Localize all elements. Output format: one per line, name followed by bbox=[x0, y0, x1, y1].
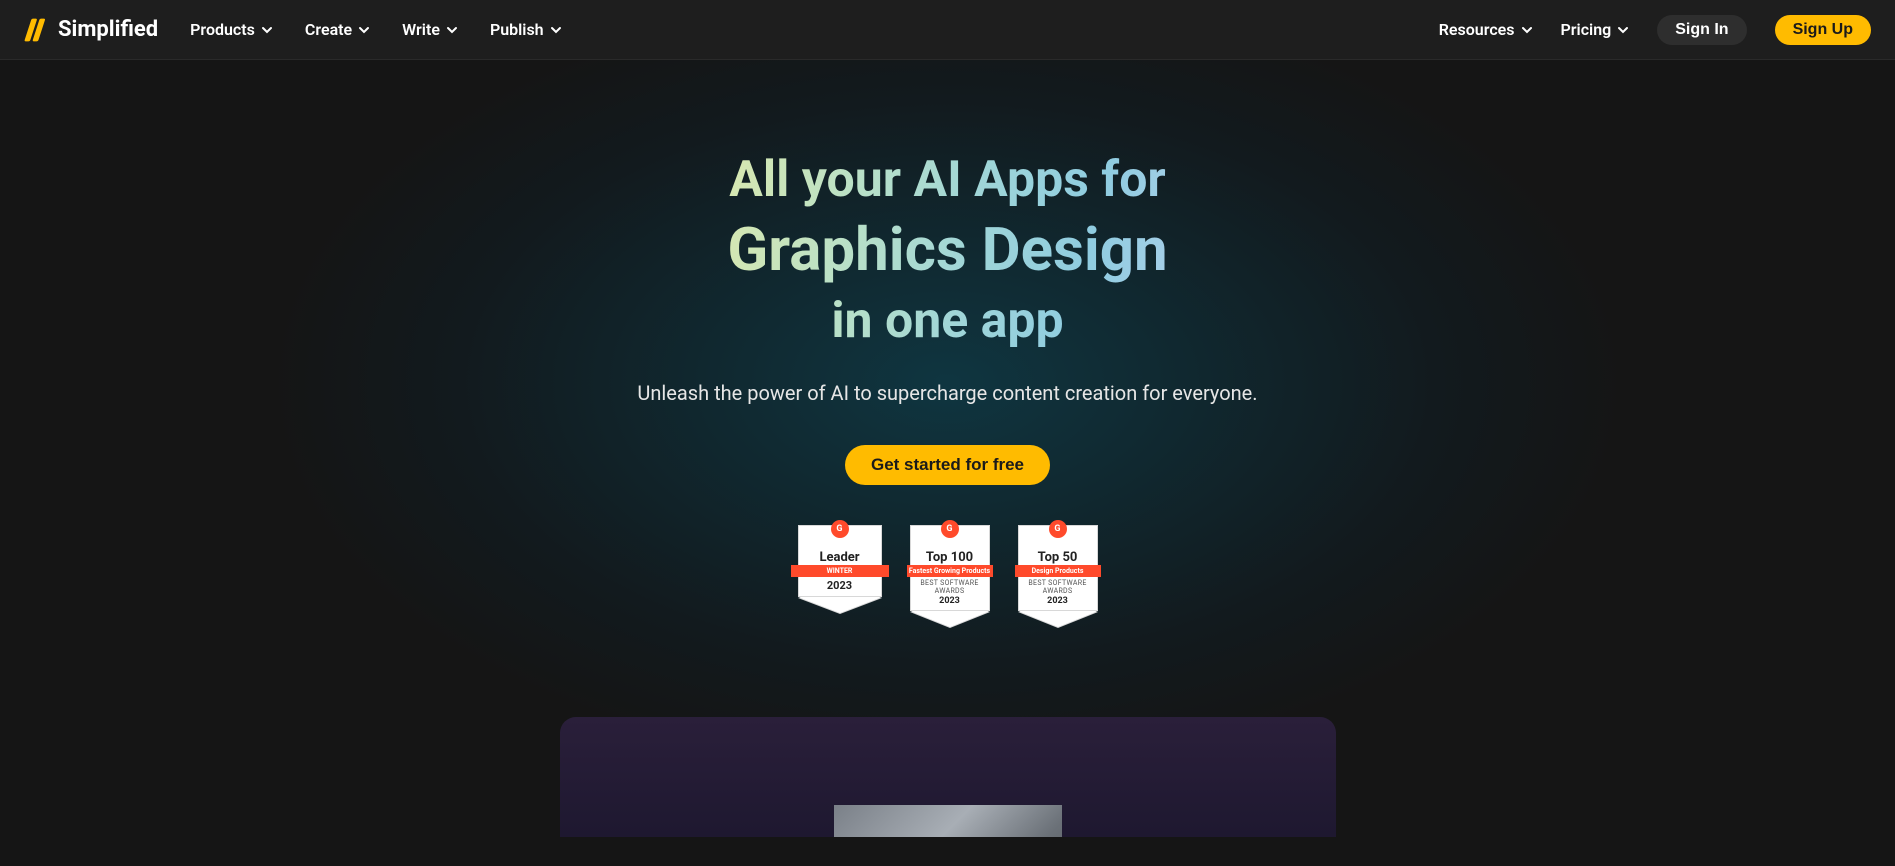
hero-section: All your AI Apps for Graphics Design in … bbox=[0, 60, 1895, 866]
header: Simplified Products Create Write Publish… bbox=[0, 0, 1895, 60]
hero-subheading: Unleash the power of AI to supercharge c… bbox=[0, 381, 1895, 405]
signin-button[interactable]: Sign In bbox=[1657, 15, 1746, 45]
logo-text: Simplified bbox=[58, 17, 158, 42]
hero-line3: in one app bbox=[831, 292, 1063, 350]
chevron-down-icon bbox=[550, 24, 562, 36]
nav-right: Resources Pricing Sign In Sign Up bbox=[1439, 15, 1871, 45]
nav-create[interactable]: Create bbox=[305, 20, 370, 39]
nav-label: Create bbox=[305, 20, 352, 39]
video-card[interactable] bbox=[560, 717, 1336, 837]
chevron-down-icon bbox=[1521, 24, 1533, 36]
chevron-down-icon bbox=[1617, 24, 1629, 36]
badge-pointer bbox=[910, 611, 990, 627]
chevron-down-icon bbox=[261, 24, 273, 36]
nav-products[interactable]: Products bbox=[190, 20, 273, 39]
g2-icon: G bbox=[831, 520, 849, 538]
signup-button[interactable]: Sign Up bbox=[1775, 15, 1871, 45]
nav-label: Publish bbox=[490, 20, 544, 39]
nav-label: Write bbox=[402, 20, 440, 39]
badge-title: Leader bbox=[801, 550, 879, 565]
logo[interactable]: Simplified bbox=[24, 17, 158, 43]
nav-pricing[interactable]: Pricing bbox=[1561, 20, 1630, 39]
hero-line2: Graphics Design bbox=[727, 212, 1167, 289]
badge-sub: BEST SOFTWARE AWARDS bbox=[1021, 579, 1095, 595]
hero-line1: All your AI Apps for bbox=[729, 151, 1166, 209]
nav-publish[interactable]: Publish bbox=[490, 20, 562, 39]
video-thumbnail bbox=[834, 805, 1062, 837]
badge-strip: Fastest Growing Products bbox=[907, 565, 993, 577]
badge-year: 2023 bbox=[801, 579, 879, 592]
nav-label: Products bbox=[190, 20, 255, 39]
nav-resources[interactable]: Resources bbox=[1439, 20, 1533, 39]
logo-icon bbox=[24, 17, 50, 43]
badge-strip: Design Products bbox=[1015, 565, 1101, 577]
chevron-down-icon bbox=[446, 24, 458, 36]
hero-heading: All your AI Apps for Graphics Design in … bbox=[727, 148, 1167, 353]
badge-year: 2023 bbox=[1021, 596, 1095, 606]
nav-left: Products Create Write Publish bbox=[190, 20, 561, 39]
g2-icon: G bbox=[1049, 520, 1067, 538]
cta-button[interactable]: Get started for free bbox=[845, 445, 1050, 485]
badge-top100: G Top 100 Fastest Growing Products BEST … bbox=[910, 525, 990, 627]
nav-label: Resources bbox=[1439, 20, 1515, 39]
g2-icon: G bbox=[941, 520, 959, 538]
nav-write[interactable]: Write bbox=[402, 20, 458, 39]
badges-row: G Leader WINTER 2023 G Top 100 Fastest G… bbox=[0, 525, 1895, 627]
badge-pointer bbox=[1018, 611, 1098, 627]
badge-top50: G Top 50 Design Products BEST SOFTWARE A… bbox=[1018, 525, 1098, 627]
badge-strip: WINTER bbox=[791, 565, 889, 577]
badge-title: Top 100 bbox=[913, 550, 987, 565]
chevron-down-icon bbox=[358, 24, 370, 36]
badge-sub: BEST SOFTWARE AWARDS bbox=[913, 579, 987, 595]
nav-label: Pricing bbox=[1561, 20, 1612, 39]
badge-pointer bbox=[798, 597, 882, 613]
badge-year: 2023 bbox=[913, 596, 987, 606]
badge-leader: G Leader WINTER 2023 bbox=[798, 525, 882, 627]
badge-title: Top 50 bbox=[1021, 550, 1095, 565]
